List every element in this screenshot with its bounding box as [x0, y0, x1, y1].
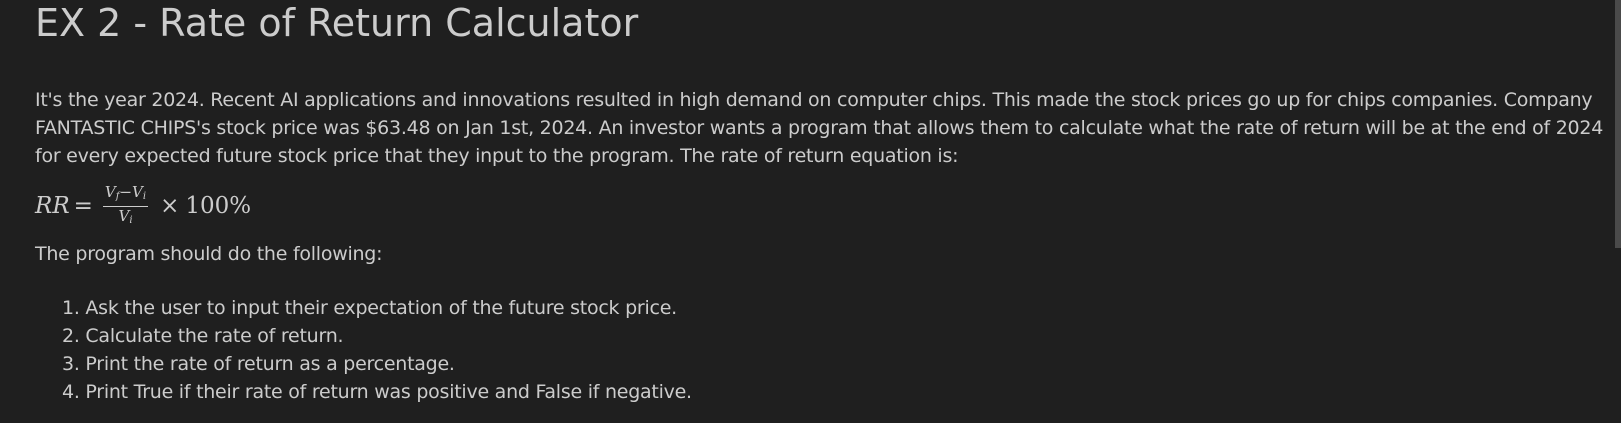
list-item: 4. Print True if their rate of return wa…: [62, 381, 692, 403]
list-item: 3. Print the rate of return as a percent…: [62, 353, 455, 375]
numerator-vi: V: [132, 182, 143, 201]
numerator-vf: V: [104, 182, 116, 201]
cell-title: EX 2 - Rate of Return Calculator: [35, 1, 639, 45]
intro-paragraph: It's the year 2024. Recent AI applicatio…: [35, 89, 1604, 167]
denominator-vi: V: [118, 206, 130, 225]
equation-equals: =: [73, 193, 93, 219]
steps-lead-text: The program should do the following:: [35, 243, 383, 265]
scrollbar-thumb[interactable]: [1615, 0, 1621, 248]
equation-times: ×: [160, 193, 180, 219]
vertical-scrollbar[interactable]: [1612, 0, 1621, 423]
denominator-vi-sub: i: [129, 214, 133, 226]
markdown-cell: EX 2 - Rate of Return Calculator It's th…: [0, 0, 1612, 423]
numerator-vi-sub: i: [142, 190, 147, 202]
equation-lhs: RR: [35, 193, 70, 219]
fraction-numerator: Vf−Vi: [102, 182, 149, 207]
rate-of-return-equation: RR = Vf−Vi Vi × 100%: [35, 182, 252, 229]
equation-fraction: Vf−Vi Vi: [102, 182, 149, 229]
fraction-denominator: Vi: [118, 207, 132, 229]
list-item: 2. Calculate the rate of return.: [62, 325, 344, 347]
steps-list: 1. Ask the user to input their expectati…: [62, 294, 692, 406]
equation-factor: 100%: [185, 193, 252, 219]
list-item: 1. Ask the user to input their expectati…: [62, 297, 677, 319]
numerator-minus: −: [119, 182, 133, 201]
